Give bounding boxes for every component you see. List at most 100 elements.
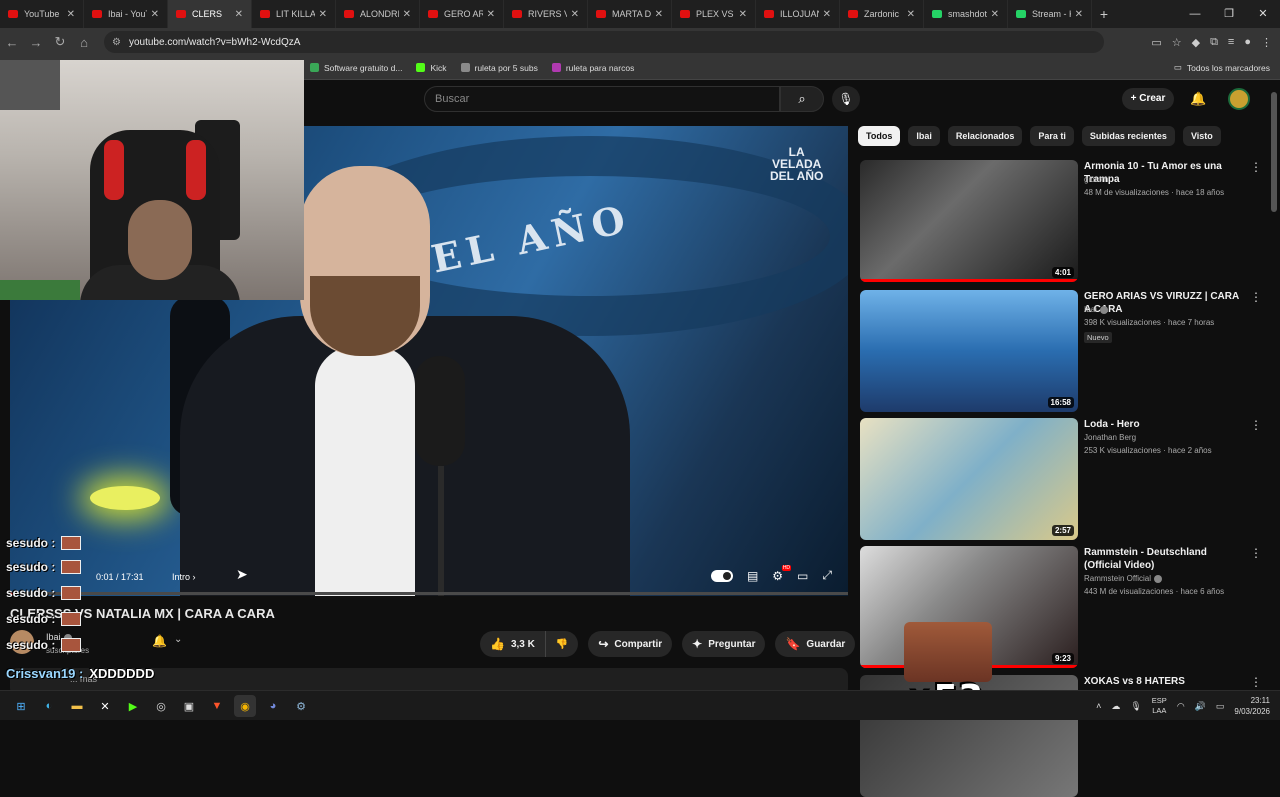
browser-tab[interactable]: PLEX VS FI ✕ xyxy=(672,0,756,28)
filter-chip[interactable]: Para ti xyxy=(1030,126,1074,146)
browser-tab[interactable]: Ibai - YouT ✕ xyxy=(84,0,168,28)
search-icon[interactable]: ⌕ xyxy=(780,86,824,112)
filter-chip[interactable]: Ibai xyxy=(908,126,940,146)
recommendation-item[interactable]: 2:57 Loda - Hero Jonathan Berg 253 K visual… xyxy=(860,418,1262,540)
recommendation-title[interactable]: Rammstein - Deutschland (Official Video) xyxy=(1084,546,1244,572)
tab-close-icon[interactable]: ✕ xyxy=(235,9,243,20)
tray-overflow-icon[interactable]: ˄ xyxy=(1096,701,1101,711)
bookmark-star-icon[interactable]: ☆ xyxy=(1172,36,1182,49)
filter-chip[interactable]: Relacionados xyxy=(947,126,1023,146)
tab-close-icon[interactable]: ✕ xyxy=(67,9,75,20)
extension-diamond-icon[interactable]: ◆ xyxy=(1192,36,1200,49)
browser-tab[interactable]: Zardonic ✕ xyxy=(840,0,924,28)
notifications-bell-icon[interactable]: 🔔 xyxy=(1190,88,1206,110)
tab-close-icon[interactable]: ✕ xyxy=(739,9,747,20)
reload-icon[interactable]: ↻ xyxy=(48,34,72,50)
browser-tab[interactable]: ILLOJUAN ✕ xyxy=(756,0,840,28)
restore-icon[interactable]: ❐ xyxy=(1212,0,1246,28)
browser-tab[interactable]: MARTA D ✕ xyxy=(588,0,672,28)
browser-tab[interactable]: LIT KILLAH ✕ xyxy=(252,0,336,28)
more-options-icon[interactable]: ⋮ xyxy=(1250,675,1262,689)
scrollbar-thumb[interactable] xyxy=(1271,92,1277,212)
back-icon[interactable]: ← xyxy=(0,35,24,50)
filter-chip[interactable]: Todos xyxy=(858,126,901,146)
bookmark-item[interactable]: Kick xyxy=(416,63,447,73)
filter-chip[interactable]: Subidas recientes xyxy=(1081,126,1175,146)
tab-close-icon[interactable]: ✕ xyxy=(319,9,327,20)
recommendation-item[interactable]: 16:58 GERO ARIAS VS VIRUZZ | CARA A CARA I… xyxy=(860,290,1262,412)
video-thumbnail[interactable]: 2:57 xyxy=(860,418,1078,540)
tab-close-icon[interactable]: ✕ xyxy=(1075,9,1083,20)
browser-tab[interactable]: smashdot ✕ xyxy=(924,0,1008,28)
more-options-icon[interactable]: ⋮ xyxy=(1250,290,1262,304)
bookmark-item[interactable]: ruleta por 5 subs xyxy=(460,63,538,73)
recommendation-title[interactable]: GERO ARIAS VS VIRUZZ | CARA A CARA xyxy=(1084,290,1244,316)
settings-gear-icon[interactable]: ⚙ HD xyxy=(772,564,792,583)
url-input[interactable]: ⚙ youtube.com/watch?v=bWh2-WcdQzA xyxy=(104,31,1104,53)
recommendation-title[interactable]: XOKAS vs 8 HATERS xyxy=(1084,675,1244,688)
search-input[interactable]: Buscar xyxy=(424,86,780,112)
extensions-icon[interactable]: ⧉ xyxy=(1210,36,1218,49)
filter-chip[interactable]: Visto xyxy=(1182,126,1221,146)
keyboard-language[interactable]: ESP LAA xyxy=(1152,696,1167,716)
microphone-icon[interactable]: 🎙 xyxy=(832,86,860,112)
like-button[interactable]: 👍 3,3 K xyxy=(480,631,546,657)
wifi-icon[interactable]: ◠ xyxy=(1177,701,1185,712)
recommendation-channel[interactable]: Jonathan Berg xyxy=(1084,433,1136,442)
profile-icon[interactable]: ● xyxy=(1244,36,1251,48)
battery-icon[interactable]: ▭ xyxy=(1216,701,1225,712)
account-avatar[interactable] xyxy=(1228,88,1250,110)
tab-close-icon[interactable]: ✕ xyxy=(571,9,579,20)
bookmark-item[interactable]: Software gratuito d... xyxy=(310,63,402,73)
forward-icon[interactable]: → xyxy=(24,35,48,50)
theater-mode-icon[interactable]: ▭ xyxy=(797,569,808,583)
home-icon[interactable]: ⌂ xyxy=(72,35,96,50)
more-options-icon[interactable]: ⋮ xyxy=(1250,160,1262,174)
recommendation-channel[interactable]: giorom xyxy=(1084,175,1108,184)
share-button[interactable]: ↪ Compartir xyxy=(588,631,673,657)
tab-close-icon[interactable]: ✕ xyxy=(487,9,495,20)
cloud-icon[interactable]: ☁ xyxy=(1111,701,1120,712)
tab-close-icon[interactable]: ✕ xyxy=(655,9,663,20)
recommendation-item[interactable]: 4:01 Armonia 10 - Tu Amor es una Trampa gi… xyxy=(860,160,1262,282)
install-app-icon[interactable]: ▭ xyxy=(1151,36,1161,49)
browser-tab[interactable]: CLERS ✕ xyxy=(168,0,252,28)
fullscreen-icon[interactable]: ⤢ xyxy=(822,568,832,583)
chrome-icon[interactable]: ◉ xyxy=(234,695,256,717)
close-window-icon[interactable]: ✕ xyxy=(1246,0,1280,28)
tray-mic-icon[interactable]: 🎙 xyxy=(1130,701,1141,712)
video-thumbnail[interactable]: 16:58 xyxy=(860,290,1078,412)
recommendation-channel[interactable]: Rammstein Official xyxy=(1084,574,1162,583)
brave-icon[interactable]: ▼ xyxy=(206,695,228,717)
ask-button[interactable]: ✦ Preguntar xyxy=(682,631,766,657)
windows-start-icon[interactable]: ⊞ xyxy=(10,695,32,717)
media-app-icon[interactable]: ▣ xyxy=(178,695,200,717)
bookmark-item[interactable]: ruleta para narcos xyxy=(551,63,634,73)
save-button[interactable]: 🔖 Guardar xyxy=(775,631,856,657)
tab-close-icon[interactable]: ✕ xyxy=(151,9,159,20)
volume-icon[interactable]: 🔊 xyxy=(1195,701,1206,712)
kick-app-icon[interactable]: ▶ xyxy=(122,695,144,717)
autoplay-toggle[interactable] xyxy=(710,569,733,582)
tab-close-icon[interactable]: ✕ xyxy=(403,9,411,20)
capcut-icon[interactable]: ✕ xyxy=(94,695,116,717)
file-explorer-icon[interactable]: ▬ xyxy=(66,695,88,717)
subtitles-icon[interactable]: ▤ xyxy=(747,569,758,583)
page-scrollbar[interactable] xyxy=(1271,86,1277,686)
browser-tab[interactable]: YouTube ✕ xyxy=(0,0,84,28)
recommendation-channel[interactable]: Ibai xyxy=(1084,305,1108,314)
video-thumbnail[interactable]: 4:01 xyxy=(860,160,1078,282)
dislike-button[interactable]: 👎 xyxy=(545,631,579,657)
browser-tab[interactable]: GERO ARIA ✕ xyxy=(420,0,504,28)
site-info-icon[interactable]: ⚙ xyxy=(112,37,121,48)
more-options-icon[interactable]: ⋮ xyxy=(1250,418,1262,432)
obs-icon[interactable]: ◎ xyxy=(150,695,172,717)
edge-icon[interactable]: ◐ xyxy=(38,695,60,717)
tab-close-icon[interactable]: ✕ xyxy=(823,9,831,20)
tab-close-icon[interactable]: ✕ xyxy=(991,9,999,20)
system-clock[interactable]: 23:11 9/03/2026 xyxy=(1234,695,1270,717)
steam-icon[interactable]: ⚙ xyxy=(290,695,312,717)
menu-icon[interactable]: ⋮ xyxy=(1261,36,1272,49)
browser-tab[interactable]: ALONDRI ✕ xyxy=(336,0,420,28)
more-options-icon[interactable]: ⋮ xyxy=(1250,546,1262,560)
